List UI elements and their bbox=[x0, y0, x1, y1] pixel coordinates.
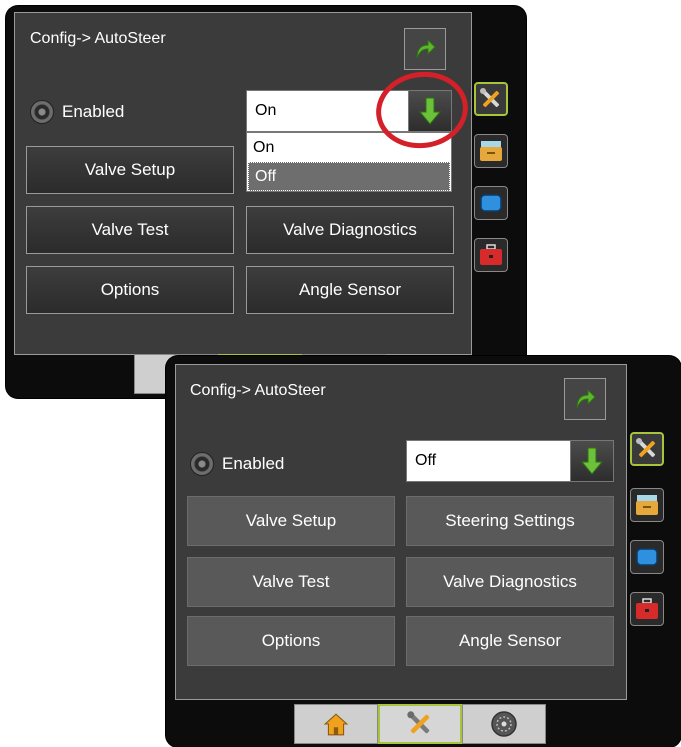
valve-test-button[interactable]: Valve Test bbox=[187, 557, 395, 607]
angle-sensor-button[interactable]: Angle Sensor bbox=[246, 266, 454, 314]
return-button[interactable] bbox=[564, 378, 606, 420]
device-after: Config-> AutoSteer Enabled Off Valve Set… bbox=[166, 356, 681, 747]
dropdown-arrow-button[interactable] bbox=[570, 441, 613, 481]
folder-icon bbox=[480, 141, 502, 161]
valve-diagnostics-button[interactable]: Valve Diagnostics bbox=[406, 557, 614, 607]
monitor-icon bbox=[480, 194, 502, 212]
valve-test-button[interactable]: Valve Test bbox=[26, 206, 234, 254]
bottom-tab-gauge[interactable] bbox=[462, 704, 546, 744]
options-button[interactable]: Options bbox=[26, 266, 234, 314]
tab-tools[interactable] bbox=[630, 432, 664, 466]
home-icon bbox=[323, 713, 349, 736]
enabled-select[interactable]: Off bbox=[406, 440, 614, 482]
tab-folder[interactable] bbox=[630, 488, 664, 522]
enabled-label-text: Enabled bbox=[222, 454, 285, 473]
tab-folder[interactable] bbox=[474, 134, 508, 168]
steering-wheel-icon bbox=[30, 100, 54, 124]
gauge-icon bbox=[491, 711, 517, 737]
tab-toolbox[interactable] bbox=[630, 592, 664, 626]
tab-monitor[interactable] bbox=[474, 186, 508, 220]
page-title: Config-> AutoSteer bbox=[30, 30, 166, 47]
steering-settings-button[interactable]: Steering Settings bbox=[406, 496, 614, 546]
return-arrow-icon bbox=[576, 388, 596, 409]
device-before: Config-> AutoSteer Enabled On On Off Val… bbox=[6, 6, 526, 398]
enabled-select-value: On bbox=[255, 102, 277, 119]
steering-wheel-icon bbox=[190, 452, 214, 476]
tab-tools[interactable] bbox=[474, 82, 508, 116]
angle-sensor-button[interactable]: Angle Sensor bbox=[406, 616, 614, 666]
bottom-tab-tools[interactable] bbox=[378, 704, 462, 744]
toolbox-icon bbox=[480, 244, 502, 265]
tools-icon bbox=[480, 88, 500, 108]
enabled-label: Enabled bbox=[30, 100, 124, 124]
toolbox-icon bbox=[636, 598, 658, 619]
page-title: Config-> AutoSteer bbox=[190, 382, 326, 399]
return-arrow-icon bbox=[416, 38, 436, 59]
folder-icon bbox=[636, 495, 658, 515]
dropdown-option-selected[interactable]: Off bbox=[248, 162, 450, 191]
arrow-down-icon bbox=[580, 447, 604, 475]
enabled-label: Enabled bbox=[190, 452, 284, 476]
valve-setup-button[interactable]: Valve Setup bbox=[187, 496, 395, 546]
bottom-tab-home[interactable] bbox=[294, 704, 378, 744]
valve-diagnostics-button[interactable]: Valve Diagnostics bbox=[246, 206, 454, 254]
monitor-icon bbox=[636, 548, 658, 566]
enabled-label-text: Enabled bbox=[62, 102, 125, 121]
return-button[interactable] bbox=[404, 28, 446, 70]
options-button[interactable]: Options bbox=[187, 616, 395, 666]
enabled-select-value: Off bbox=[415, 452, 437, 469]
valve-setup-button[interactable]: Valve Setup bbox=[26, 146, 234, 194]
tools-icon bbox=[636, 438, 656, 458]
tab-monitor[interactable] bbox=[630, 540, 664, 574]
tab-toolbox[interactable] bbox=[474, 238, 508, 272]
tools-icon bbox=[407, 711, 430, 734]
